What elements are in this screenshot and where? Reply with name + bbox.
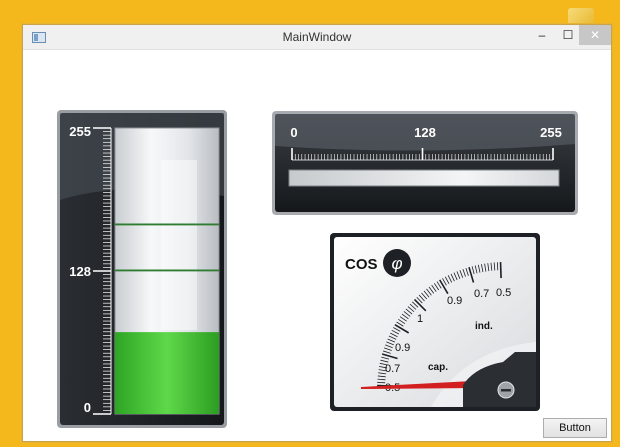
- ind-scale-label-0: 0.9: [447, 295, 462, 307]
- horizontal-gauge-label-max: 255: [540, 125, 562, 140]
- horizontal-gauge-label-mid: 128: [414, 125, 436, 140]
- ind-label: ind.: [475, 321, 493, 332]
- horizontal-gauge-label-min: 0: [290, 125, 297, 140]
- window-client-area: 255 128 0 0 128 255 COS φ 0.9 0.7 0.5 1 …: [23, 50, 611, 441]
- main-window: MainWindow – ☐ ✕ 255 128 0 0 128 255 COS…: [22, 24, 612, 442]
- ind-scale-label-2: 0.5: [496, 287, 511, 299]
- cos-phi-scale-tick: [499, 262, 502, 279]
- title-bar[interactable]: MainWindow – ☐ ✕: [23, 25, 611, 50]
- window-title: MainWindow: [282, 30, 352, 44]
- phi-symbol: φ: [391, 254, 402, 273]
- close-button[interactable]: ✕: [579, 25, 611, 45]
- cos-label: COS: [345, 256, 378, 273]
- maximize-button[interactable]: ☐: [555, 25, 581, 45]
- vertical-gauge-label-max: 255: [69, 124, 91, 139]
- vertical-gauge-label-mid: 128: [69, 264, 91, 279]
- ind-scale-label-1: 0.7: [474, 288, 489, 300]
- horizontal-gauge: 0 128 255: [272, 111, 578, 215]
- vertical-gauge: 255 128 0: [57, 110, 227, 428]
- cos-phi-meter: COS φ 0.9 0.7 0.5 1 0.9 0.7 0.5 ind. cap…: [330, 233, 540, 411]
- minimize-button[interactable]: –: [529, 25, 555, 45]
- cap-label: cap.: [428, 362, 448, 373]
- cap-scale-label-1: 0.9: [395, 342, 410, 354]
- cap-scale-label-0: 1: [417, 313, 423, 325]
- vertical-gauge-fill: [115, 332, 219, 414]
- vertical-gauge-label-min: 0: [84, 400, 91, 415]
- button[interactable]: Button: [543, 418, 607, 438]
- cap-scale-label-2: 0.7: [385, 363, 400, 375]
